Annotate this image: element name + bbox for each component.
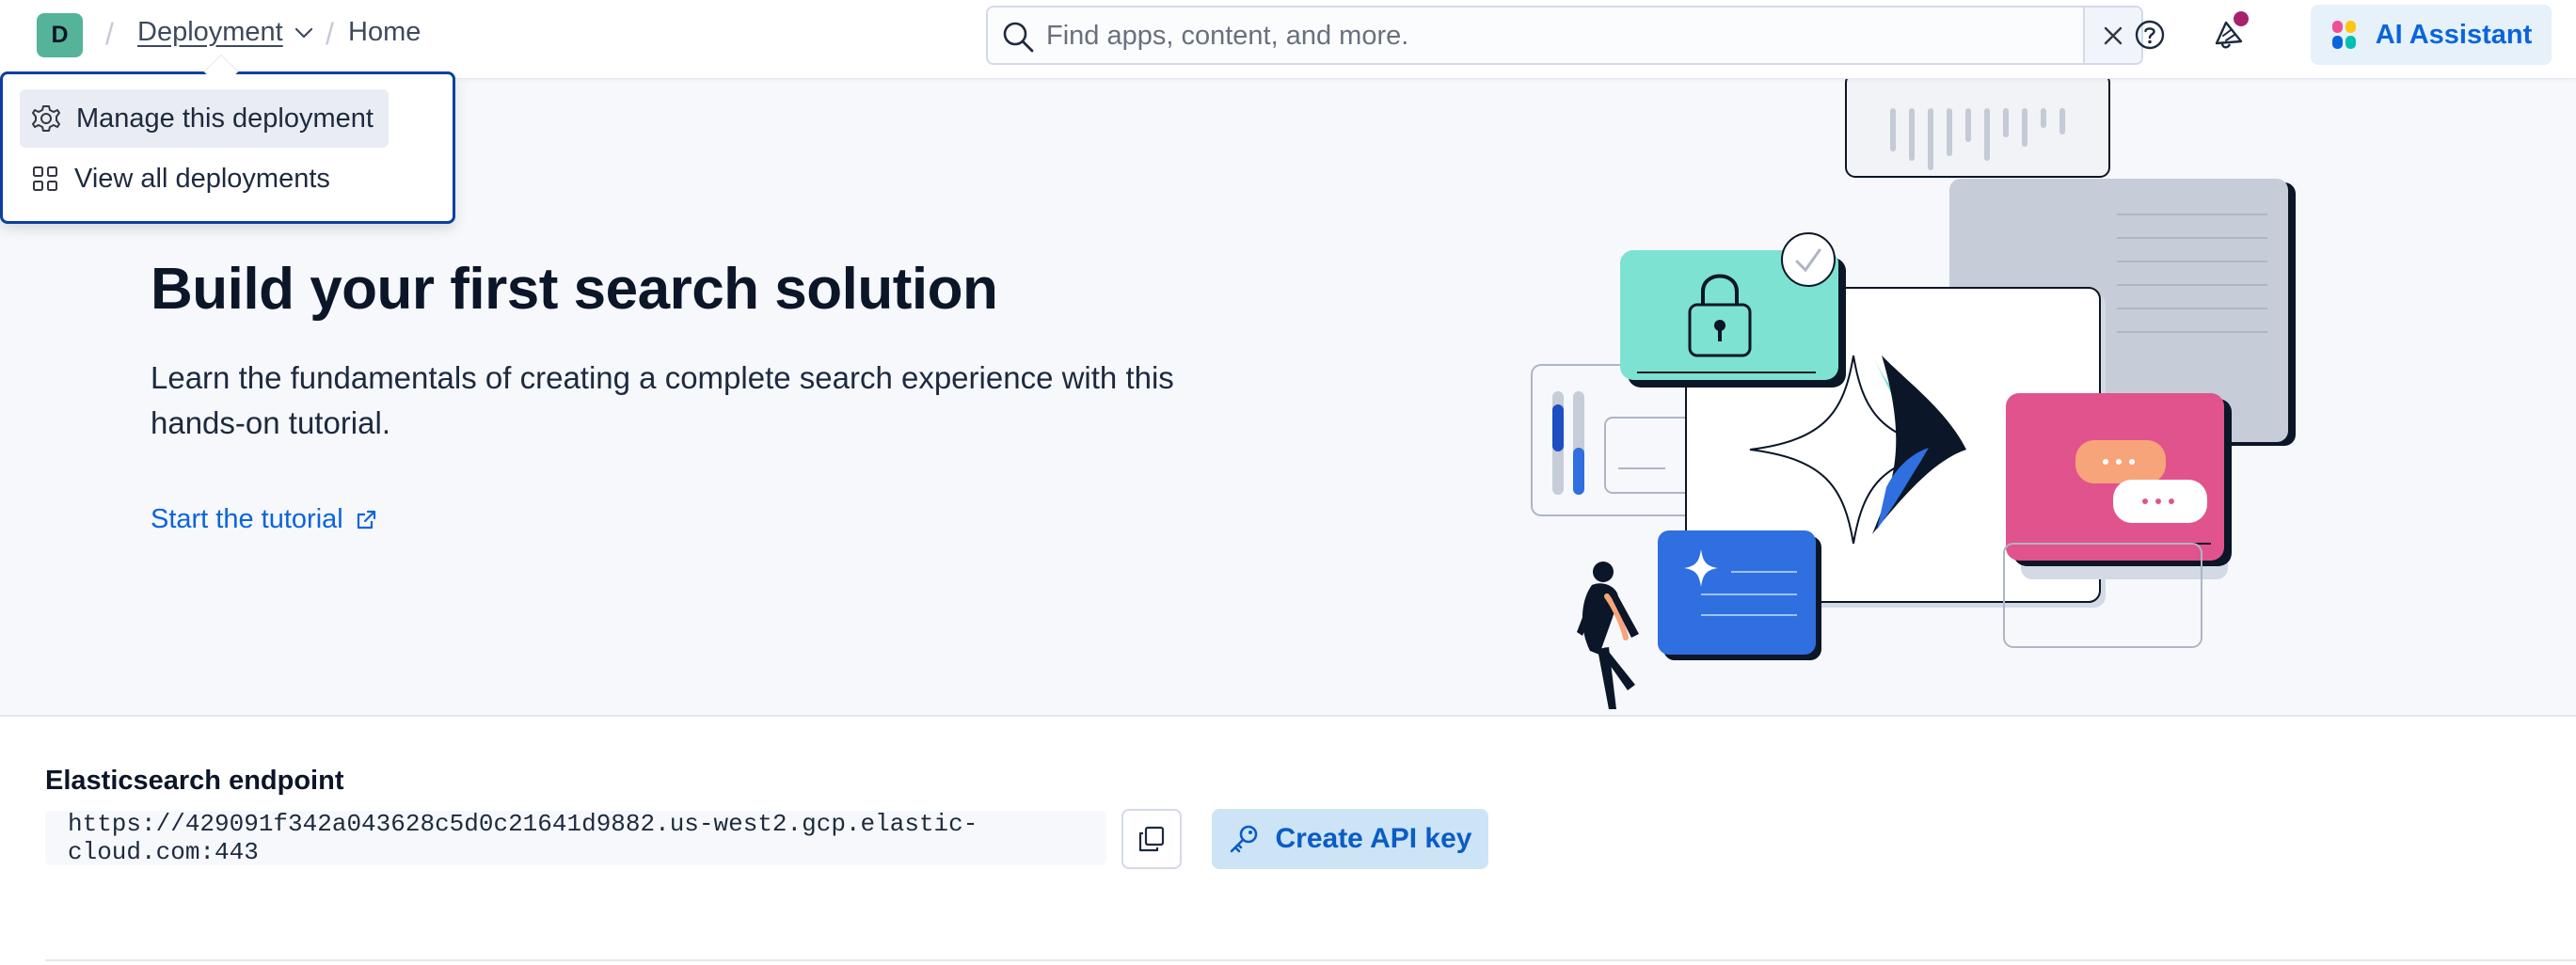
section-divider	[45, 959, 2576, 961]
search-icon	[1003, 22, 1034, 53]
copy-icon	[1138, 826, 1165, 852]
help-icon	[2135, 20, 2165, 50]
ai-assistant-logo-icon	[2331, 21, 2356, 49]
endpoint-label: Elasticsearch endpoint	[45, 766, 344, 796]
search-input[interactable]	[1046, 15, 2081, 56]
breadcrumb-deployment-label: Deployment	[137, 17, 283, 47]
breadcrumb-home[interactable]: Home	[348, 17, 421, 48]
hero-description: Learn the fundamentals of creating a com…	[151, 360, 1174, 440]
menu-item-label: View all deployments	[74, 163, 330, 194]
close-icon	[2104, 26, 2123, 44]
ai-assistant-label: AI Assistant	[2375, 19, 2533, 50]
global-search	[986, 6, 2143, 65]
hero-title: Build your first search solution	[151, 257, 998, 322]
create-api-key-label: Create API key	[1275, 823, 1472, 854]
breadcrumb-separator: /	[105, 17, 114, 51]
copy-endpoint-button[interactable]	[1121, 809, 1182, 869]
endpoint-url-field[interactable]: https://429091f342a043628c5d0c21641d9882…	[45, 810, 1106, 866]
breadcrumb-deployment[interactable]: Deployment	[137, 17, 313, 48]
top-header: D / Deployment / Home Find apps, content…	[0, 0, 2576, 79]
help-button[interactable]	[2132, 17, 2168, 57]
create-api-key-button[interactable]: Create API key	[1212, 809, 1488, 869]
deployment-avatar[interactable]: D	[37, 13, 83, 57]
menu-item-manage-deployment[interactable]: Manage this deployment	[20, 89, 389, 148]
endpoint-url: https://429091f342a043628c5d0c21641d9882…	[68, 810, 978, 866]
start-tutorial-label: Start the tutorial	[151, 504, 343, 534]
key-icon	[1231, 825, 1258, 853]
menu-item-label: Manage this deployment	[76, 103, 374, 134]
menu-item-view-all-deployments[interactable]: View all deployments	[20, 150, 345, 208]
external-link-icon	[357, 510, 375, 529]
chevron-down-icon	[294, 27, 312, 38]
start-tutorial-link[interactable]: Start the tutorial	[151, 504, 377, 535]
breadcrumb-separator: /	[326, 17, 334, 51]
notification-dot	[2232, 9, 2250, 28]
grid-icon	[33, 166, 57, 191]
deployment-menu: Manage this deployment View all deployme…	[0, 71, 455, 224]
search-solution-illustration	[1531, 73, 2296, 709]
ai-assistant-button[interactable]: AI Assistant	[2311, 5, 2552, 65]
gear-icon	[32, 105, 60, 132]
